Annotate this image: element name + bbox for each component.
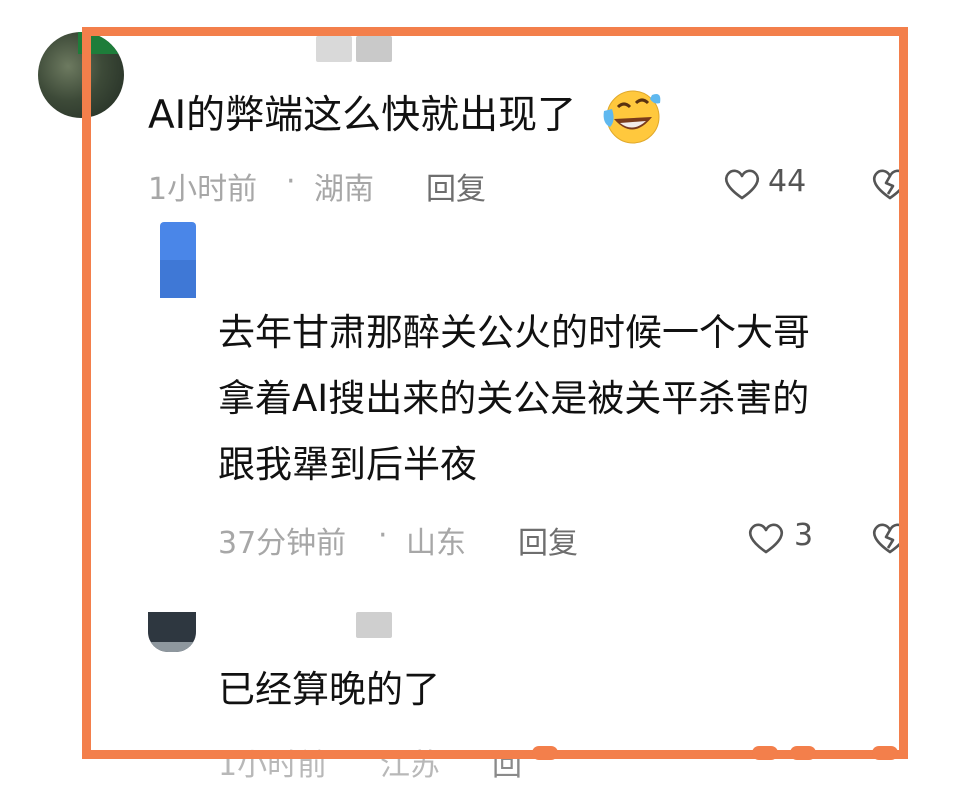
broken-heart-icon[interactable] bbox=[870, 520, 910, 556]
meta-separator: · bbox=[286, 164, 296, 199]
comment-location: 湖南 bbox=[314, 172, 374, 207]
frame-mark bbox=[532, 746, 558, 760]
username-blurred bbox=[356, 612, 392, 638]
laughing-crying-emoji-icon bbox=[603, 90, 661, 144]
avatar[interactable] bbox=[38, 32, 124, 118]
frame-mark bbox=[790, 746, 816, 760]
reply-text: 去年甘肃那醉关公火的时候一个大哥 拿着AI搜出来的关公是被关平杀害的 跟我犟到后… bbox=[218, 300, 810, 498]
broken-heart-icon[interactable] bbox=[870, 166, 910, 202]
frame-mark bbox=[752, 746, 778, 760]
reply-button[interactable]: 回复 bbox=[426, 164, 486, 208]
reply-button[interactable]: 回 bbox=[492, 740, 522, 784]
reply-button[interactable]: 回复 bbox=[518, 518, 578, 562]
comment-time: 1小时前 bbox=[148, 172, 258, 207]
reply-time: 37分钟前 bbox=[218, 526, 347, 561]
frame-mark bbox=[872, 746, 898, 760]
reply-text-line: 去年甘肃那醉关公火的时候一个大哥 bbox=[218, 311, 810, 354]
meta-separator: · bbox=[352, 740, 362, 775]
reply-location: 江苏 bbox=[380, 748, 440, 783]
avatar[interactable] bbox=[148, 612, 196, 652]
reply-text: 已经算晚的了 bbox=[218, 668, 440, 711]
like-count: 44 bbox=[768, 164, 807, 199]
reply-text-line: 拿着AI搜出来的关公是被关平杀害的 bbox=[218, 377, 810, 420]
username-blurred bbox=[356, 36, 392, 62]
reply-location: 山东 bbox=[406, 526, 466, 561]
username-blurred bbox=[316, 36, 352, 62]
reply-time: 1小时前 bbox=[218, 748, 328, 783]
reply-text-line: 跟我犟到后半夜 bbox=[218, 443, 477, 486]
heart-outline-icon[interactable] bbox=[722, 166, 762, 202]
comment-text: AI的弊端这么快就出现了 bbox=[148, 93, 577, 138]
meta-separator: · bbox=[378, 518, 388, 553]
like-count: 3 bbox=[794, 518, 814, 553]
avatar[interactable] bbox=[148, 222, 196, 298]
heart-outline-icon[interactable] bbox=[746, 520, 786, 556]
